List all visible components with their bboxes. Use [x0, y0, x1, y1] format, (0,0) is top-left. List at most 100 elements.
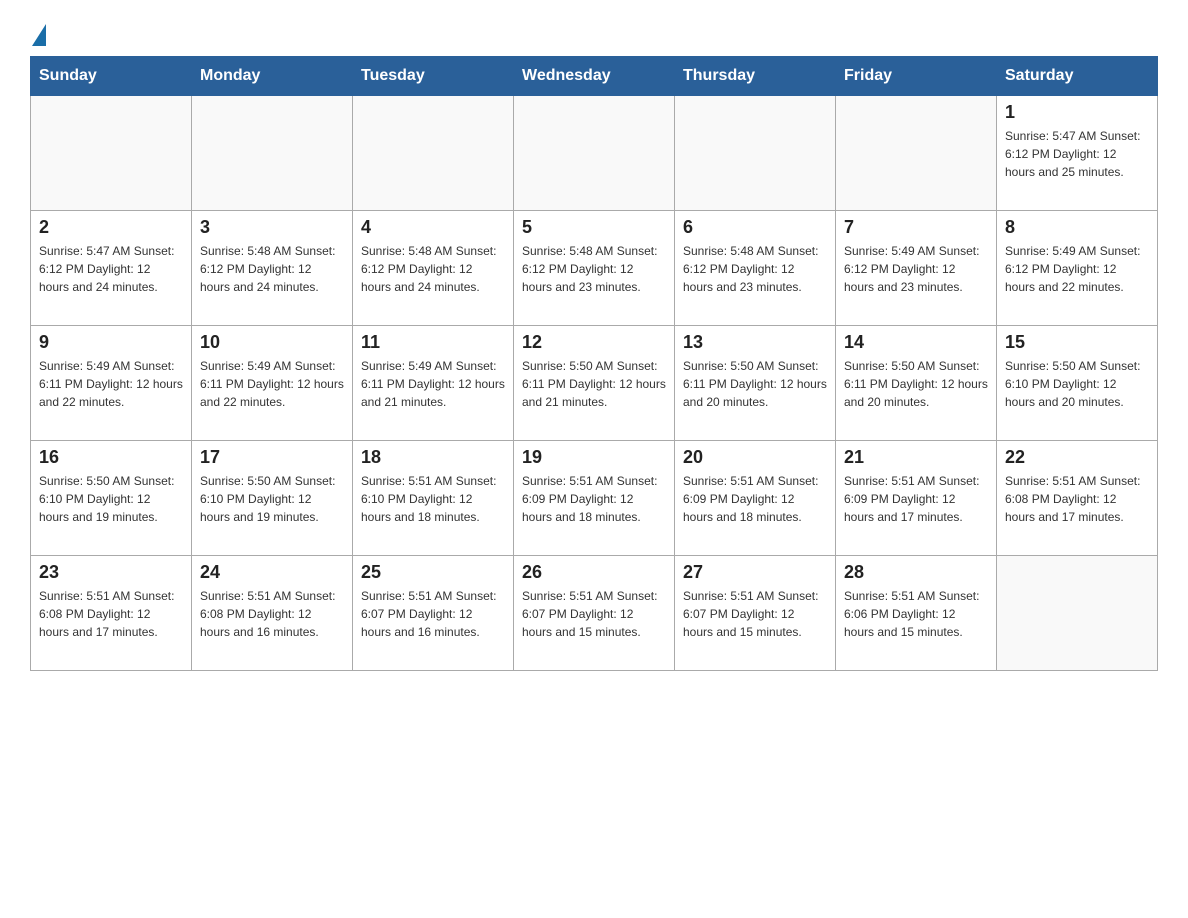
day-info: Sunrise: 5:50 AM Sunset: 6:11 PM Dayligh…	[522, 357, 666, 411]
day-info: Sunrise: 5:51 AM Sunset: 6:08 PM Dayligh…	[1005, 472, 1149, 526]
day-number: 6	[683, 217, 827, 238]
day-number: 17	[200, 447, 344, 468]
calendar-cell: 23 Sunrise: 5:51 AM Sunset: 6:08 PM Dayli…	[31, 556, 192, 671]
calendar-cell: 28 Sunrise: 5:51 AM Sunset: 6:06 PM Dayli…	[836, 556, 997, 671]
calendar-cell: 1 Sunrise: 5:47 AM Sunset: 6:12 PM Daylig…	[997, 96, 1158, 211]
calendar-cell: 10 Sunrise: 5:49 AM Sunset: 6:11 PM Dayli…	[192, 326, 353, 441]
calendar-cell: 2 Sunrise: 5:47 AM Sunset: 6:12 PM Daylig…	[31, 211, 192, 326]
day-info: Sunrise: 5:51 AM Sunset: 6:08 PM Dayligh…	[39, 587, 183, 641]
day-number: 26	[522, 562, 666, 583]
day-info: Sunrise: 5:48 AM Sunset: 6:12 PM Dayligh…	[361, 242, 505, 296]
calendar-table: SundayMondayTuesdayWednesdayThursdayFrid…	[30, 56, 1158, 671]
calendar-cell: 25Sunrise: 5:51 AM Sunset: 6:07 PM Dayli…	[353, 556, 514, 671]
calendar-cell	[997, 556, 1158, 671]
logo	[30, 20, 46, 46]
day-info: Sunrise: 5:47 AM Sunset: 6:12 PM Dayligh…	[39, 242, 183, 296]
calendar-cell: 12 Sunrise: 5:50 AM Sunset: 6:11 PM Dayli…	[514, 326, 675, 441]
calendar-week-row: 16Sunrise: 5:50 AM Sunset: 6:10 PM Dayli…	[31, 441, 1158, 556]
calendar-week-row: 9 Sunrise: 5:49 AM Sunset: 6:11 PM Daylig…	[31, 326, 1158, 441]
day-info: Sunrise: 5:50 AM Sunset: 6:11 PM Dayligh…	[844, 357, 988, 411]
calendar-cell: 14 Sunrise: 5:50 AM Sunset: 6:11 PM Dayli…	[836, 326, 997, 441]
day-number: 7	[844, 217, 988, 238]
day-info: Sunrise: 5:49 AM Sunset: 6:12 PM Dayligh…	[844, 242, 988, 296]
calendar-cell: 7 Sunrise: 5:49 AM Sunset: 6:12 PM Daylig…	[836, 211, 997, 326]
day-info: Sunrise: 5:49 AM Sunset: 6:11 PM Dayligh…	[39, 357, 183, 411]
day-number: 23	[39, 562, 183, 583]
weekday-header-row: SundayMondayTuesdayWednesdayThursdayFrid…	[31, 57, 1158, 96]
day-number: 14	[844, 332, 988, 353]
day-number: 4	[361, 217, 505, 238]
day-info: Sunrise: 5:51 AM Sunset: 6:09 PM Dayligh…	[683, 472, 827, 526]
day-info: Sunrise: 5:49 AM Sunset: 6:12 PM Dayligh…	[1005, 242, 1149, 296]
day-number: 11	[361, 332, 505, 353]
weekday-header-saturday: Saturday	[997, 57, 1158, 96]
weekday-header-sunday: Sunday	[31, 57, 192, 96]
day-number: 10	[200, 332, 344, 353]
day-info: Sunrise: 5:49 AM Sunset: 6:11 PM Dayligh…	[361, 357, 505, 411]
weekday-header-thursday: Thursday	[675, 57, 836, 96]
weekday-header-tuesday: Tuesday	[353, 57, 514, 96]
logo-triangle-icon	[32, 24, 46, 46]
page-header	[30, 20, 1158, 46]
day-number: 22	[1005, 447, 1149, 468]
calendar-cell: 18 Sunrise: 5:51 AM Sunset: 6:10 PM Dayli…	[353, 441, 514, 556]
calendar-cell: 11 Sunrise: 5:49 AM Sunset: 6:11 PM Dayli…	[353, 326, 514, 441]
day-number: 3	[200, 217, 344, 238]
day-number: 2	[39, 217, 183, 238]
day-info: Sunrise: 5:50 AM Sunset: 6:10 PM Dayligh…	[39, 472, 183, 526]
day-number: 15	[1005, 332, 1149, 353]
weekday-header-monday: Monday	[192, 57, 353, 96]
calendar-week-row: 1 Sunrise: 5:47 AM Sunset: 6:12 PM Daylig…	[31, 96, 1158, 211]
day-number: 9	[39, 332, 183, 353]
day-number: 1	[1005, 102, 1149, 123]
day-info: Sunrise: 5:51 AM Sunset: 6:07 PM Dayligh…	[683, 587, 827, 641]
day-info: Sunrise: 5:48 AM Sunset: 6:12 PM Dayligh…	[522, 242, 666, 296]
day-number: 25	[361, 562, 505, 583]
calendar-cell	[836, 96, 997, 211]
day-info: Sunrise: 5:47 AM Sunset: 6:12 PM Dayligh…	[1005, 127, 1149, 181]
weekday-header-wednesday: Wednesday	[514, 57, 675, 96]
calendar-cell: 8 Sunrise: 5:49 AM Sunset: 6:12 PM Daylig…	[997, 211, 1158, 326]
calendar-week-row: 2 Sunrise: 5:47 AM Sunset: 6:12 PM Daylig…	[31, 211, 1158, 326]
calendar-cell	[192, 96, 353, 211]
calendar-cell	[353, 96, 514, 211]
weekday-header-friday: Friday	[836, 57, 997, 96]
day-info: Sunrise: 5:51 AM Sunset: 6:09 PM Dayligh…	[522, 472, 666, 526]
day-number: 24	[200, 562, 344, 583]
calendar-week-row: 23 Sunrise: 5:51 AM Sunset: 6:08 PM Dayli…	[31, 556, 1158, 671]
calendar-cell: 27 Sunrise: 5:51 AM Sunset: 6:07 PM Dayli…	[675, 556, 836, 671]
calendar-cell: 3 Sunrise: 5:48 AM Sunset: 6:12 PM Daylig…	[192, 211, 353, 326]
day-info: Sunrise: 5:51 AM Sunset: 6:10 PM Dayligh…	[361, 472, 505, 526]
calendar-cell: 4 Sunrise: 5:48 AM Sunset: 6:12 PM Daylig…	[353, 211, 514, 326]
day-number: 21	[844, 447, 988, 468]
calendar-cell	[675, 96, 836, 211]
day-number: 18	[361, 447, 505, 468]
day-info: Sunrise: 5:51 AM Sunset: 6:08 PM Dayligh…	[200, 587, 344, 641]
day-info: Sunrise: 5:51 AM Sunset: 6:06 PM Dayligh…	[844, 587, 988, 641]
calendar-cell: 26Sunrise: 5:51 AM Sunset: 6:07 PM Dayli…	[514, 556, 675, 671]
day-number: 20	[683, 447, 827, 468]
day-number: 28	[844, 562, 988, 583]
day-number: 13	[683, 332, 827, 353]
calendar-cell: 5Sunrise: 5:48 AM Sunset: 6:12 PM Daylig…	[514, 211, 675, 326]
calendar-cell: 22 Sunrise: 5:51 AM Sunset: 6:08 PM Dayli…	[997, 441, 1158, 556]
day-number: 27	[683, 562, 827, 583]
calendar-cell: 24 Sunrise: 5:51 AM Sunset: 6:08 PM Dayli…	[192, 556, 353, 671]
day-number: 12	[522, 332, 666, 353]
day-info: Sunrise: 5:48 AM Sunset: 6:12 PM Dayligh…	[200, 242, 344, 296]
day-info: Sunrise: 5:49 AM Sunset: 6:11 PM Dayligh…	[200, 357, 344, 411]
day-info: Sunrise: 5:51 AM Sunset: 6:09 PM Dayligh…	[844, 472, 988, 526]
calendar-cell	[514, 96, 675, 211]
calendar-cell: 21 Sunrise: 5:51 AM Sunset: 6:09 PM Dayli…	[836, 441, 997, 556]
day-number: 19	[522, 447, 666, 468]
day-info: Sunrise: 5:50 AM Sunset: 6:10 PM Dayligh…	[1005, 357, 1149, 411]
day-number: 8	[1005, 217, 1149, 238]
calendar-cell	[31, 96, 192, 211]
calendar-cell: 19 Sunrise: 5:51 AM Sunset: 6:09 PM Dayli…	[514, 441, 675, 556]
day-info: Sunrise: 5:50 AM Sunset: 6:10 PM Dayligh…	[200, 472, 344, 526]
calendar-cell: 20 Sunrise: 5:51 AM Sunset: 6:09 PM Dayli…	[675, 441, 836, 556]
calendar-cell: 15 Sunrise: 5:50 AM Sunset: 6:10 PM Dayli…	[997, 326, 1158, 441]
calendar-cell: 9 Sunrise: 5:49 AM Sunset: 6:11 PM Daylig…	[31, 326, 192, 441]
calendar-cell: 13Sunrise: 5:50 AM Sunset: 6:11 PM Dayli…	[675, 326, 836, 441]
calendar-cell: 6Sunrise: 5:48 AM Sunset: 6:12 PM Daylig…	[675, 211, 836, 326]
